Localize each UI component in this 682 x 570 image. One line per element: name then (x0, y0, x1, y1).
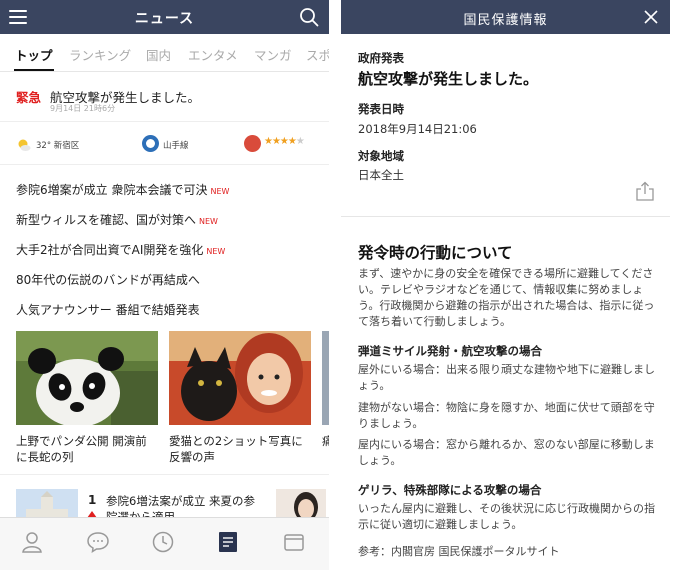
fortune-stars[interactable]: ★★★★★ (264, 136, 305, 147)
headline-item[interactable]: 新型ウィルスを確認、国が対策へ NEW (16, 211, 218, 228)
card-caption: 愛猫との2ショット写真に反響の声 (169, 434, 303, 464)
bottom-navigation (0, 517, 329, 570)
wallet-icon[interactable] (282, 530, 306, 554)
header-title: 国民保護情報 (463, 13, 548, 28)
guide-title: 発令時の行動について (358, 244, 513, 262)
panda-photo (16, 331, 158, 425)
header-title: ニュース (134, 11, 195, 27)
tab-top[interactable]: トップ (15, 45, 53, 64)
divider (341, 216, 670, 217)
news-screen: ニュース トップ ランキング 国内 エンタメ マンガ スポ 緊急 航空攻撃が発生… (0, 0, 329, 570)
alert-time: 9月14日 21時6分 (50, 104, 116, 113)
date-value: 2018年9月14日21:06 (358, 122, 477, 136)
area-label: 対象地域 (358, 149, 404, 163)
news-icon[interactable] (216, 530, 240, 554)
tab-manga[interactable]: マンガ (254, 45, 292, 64)
sun-cloud-icon[interactable] (17, 138, 31, 152)
info-widgets: 32° 新宿区 山手線 ★★★★★ (0, 123, 329, 165)
tab-entertainment[interactable]: エンタメ (188, 45, 238, 64)
guerrilla-text: いったん屋内に避難し、その後状況に応じ行政機関からの指示に従い適切に避難しましょ… (358, 502, 655, 531)
clock-icon[interactable] (151, 530, 175, 554)
source-label: 政府発表 (358, 51, 404, 65)
rank-number: 1 (88, 493, 97, 507)
tab-ranking[interactable]: ランキング (69, 45, 131, 64)
tab-sports[interactable]: スポ (306, 45, 329, 64)
headline-item[interactable]: 大手2社が合同出資でAI開発を強化 NEW (16, 241, 225, 258)
headline-item[interactable]: 人気アナウンサー 番組で結婚発表 (16, 301, 203, 318)
train-line-icon[interactable] (142, 135, 159, 152)
missile-indoor-text: 屋内にいる場合：窓から離れるか、窓のない部屋に移動しましょう。 (358, 438, 655, 467)
train-text[interactable]: 山手線 (163, 139, 189, 151)
alert-headline: 航空攻撃が発生しました。 (358, 70, 539, 88)
missile-nobuilding-text: 建物がない場合：物陰に身を隠すか、地面に伏せて頭部を守りましょう。 (358, 401, 655, 430)
missile-outdoor-text: 屋外にいる場合：出来る限り頑丈な建物や地下に避難しましょう。 (358, 363, 655, 392)
news-header: ニュース (0, 0, 329, 34)
share-icon[interactable] (636, 181, 654, 201)
civil-protection-screen: 国民保護情報 政府発表 航空攻撃が発生しました。 発表日時 2018年9月14日… (341, 0, 670, 570)
detail-header: 国民保護情報 (341, 0, 670, 34)
profile-icon[interactable] (20, 530, 44, 554)
category-tabs: トップ ランキング 国内 エンタメ マンガ スポ (0, 34, 329, 72)
close-icon[interactable] (642, 8, 660, 26)
news-card[interactable]: 上野でパンダ公開 開演前に長蛇の列 (16, 331, 158, 465)
weather-text[interactable]: 32° 新宿区 (36, 139, 79, 151)
date-label: 発表日時 (358, 102, 404, 116)
emergency-badge: 緊急 (16, 90, 42, 105)
emergency-alert[interactable]: 緊急 航空攻撃が発生しました。 9月14日 21時6分 (0, 72, 329, 122)
guerrilla-section-title: ゲリラ、特殊部隊による攻撃の場合 (358, 483, 542, 497)
headline-item[interactable]: 参院6増案が成立 衆院本会議で可決 NEW (16, 181, 229, 198)
news-card[interactable]: 愛猫との2ショット写真に反響の声 (169, 331, 311, 465)
cat-woman-photo (169, 331, 311, 425)
chat-icon[interactable] (86, 530, 110, 554)
tab-domestic[interactable]: 国内 (146, 45, 171, 64)
missile-section-title: 弾道ミサイル発射・航空攻撃の場合 (358, 344, 542, 358)
news-card[interactable]: 痛旅 (322, 331, 329, 449)
intro-text: まず、速やかに身の安全を確保できる場所に避難してください。テレビやラジオなどを通… (358, 267, 655, 328)
partial-photo (322, 331, 329, 425)
divider (0, 474, 329, 475)
card-caption: 上野でパンダ公開 開演前に長蛇の列 (16, 434, 147, 464)
card-caption: 痛旅 (322, 434, 329, 448)
search-icon[interactable] (299, 7, 319, 27)
area-value: 日本全土 (358, 168, 404, 182)
fortune-avatar-icon[interactable] (244, 135, 261, 152)
reference-link[interactable]: 参考：内閣官房 国民保護ポータルサイト (358, 544, 658, 560)
headline-item[interactable]: 80年代の伝説のバンドが再結成へ (16, 271, 203, 288)
